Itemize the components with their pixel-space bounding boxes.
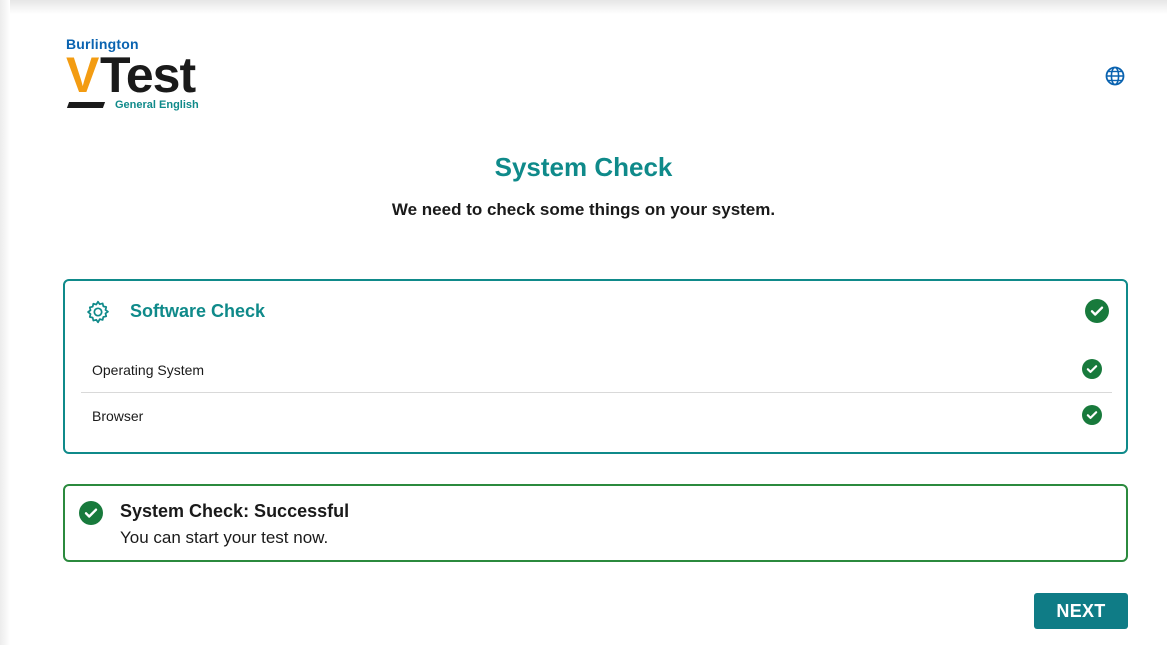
globe-icon[interactable] xyxy=(1105,66,1125,86)
logo: Burlington V Test General English xyxy=(66,36,216,116)
software-check-header: Software Check xyxy=(65,281,1126,341)
status-title: System Check: Successful xyxy=(120,501,350,521)
left-shadow xyxy=(0,0,10,645)
status-message: You can start your test now. xyxy=(120,528,329,547)
logo-v: V xyxy=(66,47,100,103)
page-title: System Check xyxy=(494,152,673,182)
page-subtitle: We need to check some things on your sys… xyxy=(391,200,776,219)
page: Burlington V Test General English System… xyxy=(0,0,1167,645)
list-item-label: Operating System xyxy=(92,362,205,378)
logo-subtitle: General English xyxy=(115,99,199,111)
next-button[interactable]: NEXT xyxy=(1034,593,1128,629)
check-circle-icon xyxy=(1085,299,1109,323)
top-shadow xyxy=(0,0,1167,14)
logo-underline xyxy=(66,102,106,108)
check-circle-icon xyxy=(1082,405,1102,425)
software-check-title: Software Check xyxy=(130,301,266,321)
gear-icon xyxy=(85,299,111,325)
list-item-browser: Browser xyxy=(81,393,1112,439)
status-message-box: System Check: Successful You can start y… xyxy=(63,484,1128,562)
logo-test: Test xyxy=(100,47,196,103)
list-item-operating-system: Operating System xyxy=(81,347,1112,393)
check-circle-icon xyxy=(1082,359,1102,379)
list-item-label: Browser xyxy=(92,408,144,424)
check-circle-icon xyxy=(79,501,103,525)
software-check-card: Software Check Operating System Browser xyxy=(63,279,1128,454)
